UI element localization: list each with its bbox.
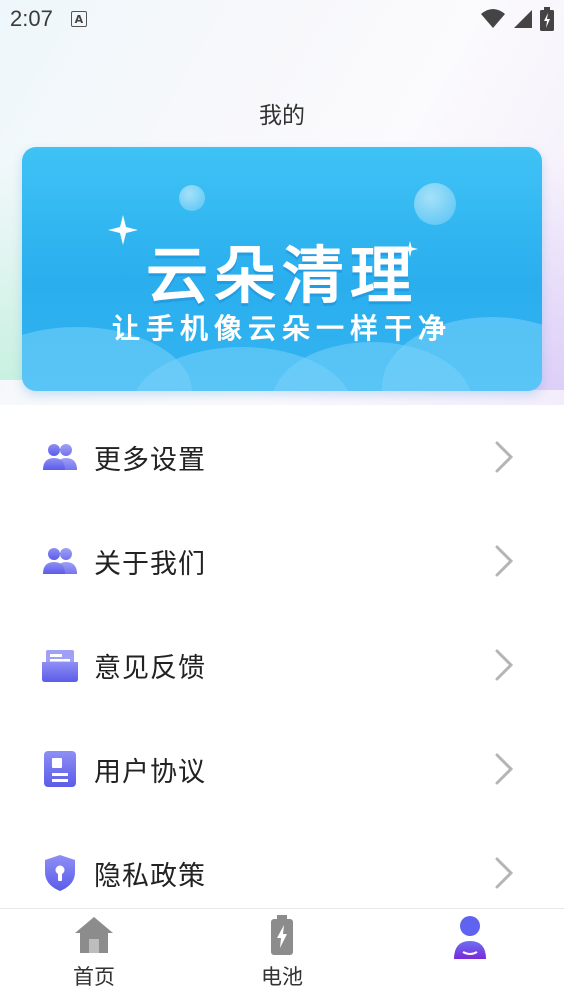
status-icons [480,7,554,31]
menu-item-more-settings[interactable]: 更多设置 [0,405,564,509]
decorative-bubble [414,183,456,225]
status-bar: 2:07 A [0,0,564,38]
settings-menu: 更多设置 关于我们 意见反馈 用户协议 隐私政策 [0,405,564,925]
bottom-nav: 首页 电池 [0,908,564,1004]
chevron-right-icon [495,857,514,889]
page-title: 我的 [259,103,305,129]
banner-subtitle: 让手机像云朵一样干净 [111,312,452,345]
menu-item-label: 关于我们 [94,548,206,580]
menu-item-about-us[interactable]: 关于我们 [0,509,564,613]
promo-banner[interactable]: 云朵清理 让手机像云朵一样干净 [22,147,542,391]
user-icon [454,916,486,959]
nav-label: 首页 [73,965,115,989]
notification-badge-icon: A [70,11,87,27]
chevron-right-icon [495,545,514,577]
inbox-icon [42,647,78,683]
menu-item-feedback[interactable]: 意见反馈 [0,613,564,717]
menu-item-user-agreement[interactable]: 用户协议 [0,717,564,821]
nav-tab-profile[interactable] [376,909,564,1004]
decorative-bubble [179,185,205,211]
wifi-icon [481,9,505,28]
menu-item-label: 意见反馈 [94,652,206,684]
nav-tab-home[interactable]: 首页 [0,909,188,1004]
home-icon [75,917,113,953]
users-icon [42,543,78,579]
menu-item-label: 用户协议 [94,756,206,788]
document-icon [42,751,78,787]
chevron-right-icon [495,649,514,681]
shield-lock-icon [42,855,78,891]
signal-icon [514,10,532,28]
chevron-right-icon [495,753,514,785]
menu-item-label: 隐私政策 [94,860,206,892]
chevron-right-icon [495,441,514,473]
battery-icon [271,915,293,955]
nav-label: 电池 [261,965,303,989]
battery-charging-icon [540,7,554,31]
status-time: 2:07 [10,6,53,31]
menu-item-label: 更多设置 [94,444,206,476]
users-icon [42,439,78,475]
banner-title: 云朵清理 [145,239,418,312]
nav-tab-battery[interactable]: 电池 [188,909,376,1004]
